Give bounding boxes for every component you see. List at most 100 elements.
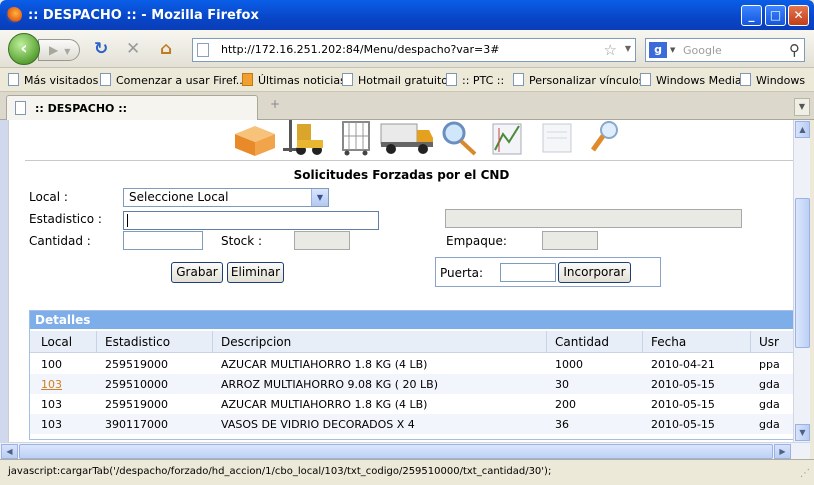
- boxes-icon[interactable]: [231, 120, 279, 156]
- col-cantidad[interactable]: Cantidad: [555, 335, 609, 349]
- cell-usr: gda: [759, 378, 780, 391]
- bookmarks-toolbar: Más visitados Comenzar a usar Firef... Ú…: [0, 68, 814, 92]
- vertical-scrollbar[interactable]: ▲ ▼: [793, 120, 810, 442]
- cell-local: 103: [41, 418, 62, 431]
- bookmark-comenzar[interactable]: Comenzar a usar Firef...: [100, 73, 246, 87]
- tab-bar: :: DESPACHO :: + ▼: [0, 92, 814, 120]
- page-icon: [15, 101, 26, 115]
- cell-fecha: 2010-04-21: [651, 358, 715, 371]
- empaque-label: Empaque:: [446, 234, 507, 248]
- details-table-header: Local Estadistico Descripcion Cantidad F…: [30, 331, 793, 353]
- cell-local-link[interactable]: 103: [41, 378, 62, 391]
- tab-despacho[interactable]: :: DESPACHO ::: [6, 95, 258, 120]
- local-select[interactable]: Seleccione Local ▼: [123, 188, 329, 207]
- bookmark-mas-visitados[interactable]: Más visitados: [8, 73, 98, 87]
- eliminar-button[interactable]: Eliminar: [227, 262, 284, 283]
- bookmark-personalizar[interactable]: Personalizar vínculos: [513, 73, 644, 87]
- cell-estadistico: 259519000: [105, 358, 168, 371]
- page-title: Solicitudes Forzadas por el CND: [293, 168, 510, 182]
- bookmark-ultimas-noticias[interactable]: Últimas noticias: [242, 73, 346, 87]
- new-tab-button[interactable]: +: [266, 97, 284, 117]
- page-icon: [197, 43, 209, 57]
- cell-cantidad: 1000: [555, 358, 583, 371]
- cantidad-input[interactable]: [123, 231, 203, 250]
- list-tabs-button[interactable]: ▼: [794, 98, 810, 116]
- search-input[interactable]: Google: [683, 44, 722, 57]
- search-icon[interactable]: ⚲: [789, 41, 800, 59]
- search-box[interactable]: g ▼ Google ⚲: [645, 38, 805, 62]
- stock-label: Stock :: [221, 234, 263, 248]
- bookmark-windows-media[interactable]: Windows Media: [640, 73, 742, 87]
- status-text: javascript:cargarTab('/despacho/forzado/…: [8, 466, 552, 477]
- rss-icon: [242, 73, 253, 86]
- scroll-down-icon[interactable]: ▼: [795, 424, 810, 441]
- magnifier-icon[interactable]: [439, 120, 479, 156]
- col-fecha[interactable]: Fecha: [651, 335, 686, 349]
- page-icon: [640, 73, 651, 86]
- bookmark-star-icon[interactable]: ☆: [604, 41, 617, 59]
- stop-icon[interactable]: ✕: [126, 40, 140, 58]
- scroll-right-icon[interactable]: ▶: [774, 444, 791, 459]
- puerta-input[interactable]: [500, 263, 556, 282]
- details-panel: Detalles Local Estadistico Descripcion C…: [29, 310, 793, 440]
- table-row[interactable]: 103 259510000 ARROZ MULTIAHORRO 9.08 KG …: [30, 374, 793, 394]
- table-row[interactable]: 100 259519000 AZUCAR MULTIAHORRO 1.8 KG …: [30, 354, 793, 374]
- engine-dropdown-icon[interactable]: ▼: [670, 46, 675, 54]
- header-divider: [25, 160, 793, 161]
- forward-button[interactable]: ▶ ▼: [38, 39, 80, 61]
- cell-estadistico: 390117000: [105, 418, 168, 431]
- cell-cantidad: 36: [555, 418, 569, 431]
- cage-cart-icon[interactable]: [337, 120, 375, 156]
- truck-icon[interactable]: [379, 120, 435, 156]
- details-title: Detalles: [30, 311, 793, 329]
- col-estadistico[interactable]: Estadistico: [105, 335, 170, 349]
- url-dropdown-icon[interactable]: ▼: [625, 44, 631, 53]
- cell-fecha: 2010-05-15: [651, 398, 715, 411]
- history-dropdown-icon[interactable]: ▼: [64, 47, 70, 56]
- sidebar-splitter[interactable]: [0, 120, 8, 442]
- grabar-button[interactable]: Grabar: [171, 262, 223, 283]
- tab-label: :: DESPACHO ::: [35, 102, 128, 115]
- address-bar[interactable]: http://172.16.251.202:84/Menu/despacho?v…: [192, 38, 636, 62]
- incorporar-button[interactable]: Incorporar: [558, 262, 631, 283]
- cantidad-label: Cantidad :: [29, 234, 91, 248]
- horizontal-scroll-thumb[interactable]: [19, 444, 773, 459]
- scroll-up-icon[interactable]: ▲: [795, 121, 810, 138]
- horizontal-scrollbar[interactable]: ◀ ▶: [0, 442, 810, 459]
- scroll-left-icon[interactable]: ◀: [1, 444, 18, 459]
- maximize-button[interactable]: □: [765, 5, 786, 26]
- minimize-button[interactable]: _: [741, 5, 762, 26]
- page-icon: [513, 73, 524, 86]
- vertical-scroll-thumb[interactable]: [795, 198, 810, 348]
- bookmark-hotmail[interactable]: Hotmail gratuito: [342, 73, 448, 87]
- col-descripcion[interactable]: Descripcion: [221, 335, 291, 349]
- reload-icon[interactable]: ↻: [94, 40, 108, 58]
- cell-usr: ppa: [759, 358, 780, 371]
- back-button[interactable]: ‹: [8, 33, 40, 65]
- document-icon[interactable]: [537, 120, 577, 156]
- page-icon: [740, 73, 751, 86]
- close-window-button[interactable]: ✕: [788, 5, 809, 26]
- google-engine-icon[interactable]: g: [649, 42, 667, 58]
- chevron-down-icon[interactable]: ▼: [311, 189, 328, 206]
- estadistico-input[interactable]: [123, 211, 379, 230]
- bookmark-ptc[interactable]: :: PTC ::: [446, 73, 504, 87]
- cell-descripcion: AZUCAR MULTIAHORRO 1.8 KG (4 LB): [221, 358, 428, 371]
- table-row[interactable]: 103 390117000 VASOS DE VIDRIO DECORADOS …: [30, 414, 793, 434]
- resize-grip-icon[interactable]: ⋰: [800, 468, 810, 479]
- table-row[interactable]: 103 259519000 AZUCAR MULTIAHORRO 1.8 KG …: [30, 394, 793, 414]
- window-titlebar: :: DESPACHO :: - Mozilla Firefox _ □ ✕: [0, 0, 814, 30]
- col-local[interactable]: Local: [41, 335, 72, 349]
- forklift-icon[interactable]: [283, 120, 329, 156]
- home-icon[interactable]: ⌂: [160, 40, 172, 58]
- zoom-tool-icon[interactable]: [585, 120, 625, 156]
- cell-local: 100: [41, 358, 62, 371]
- back-arrow-icon: ‹: [20, 38, 28, 59]
- cell-local: 103: [41, 398, 62, 411]
- col-usr[interactable]: Usr: [759, 335, 779, 349]
- column-divider: [546, 331, 547, 353]
- url-text[interactable]: http://172.16.251.202:84/Menu/despacho?v…: [221, 43, 500, 56]
- bookmark-windows[interactable]: Windows: [740, 73, 805, 87]
- chart-icon[interactable]: [487, 120, 527, 156]
- column-divider: [750, 331, 751, 353]
